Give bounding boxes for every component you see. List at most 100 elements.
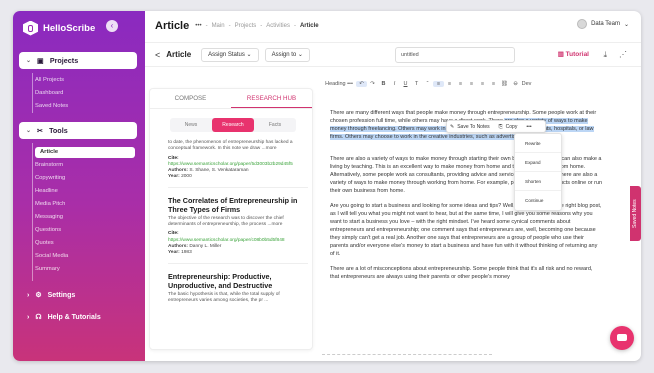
paper-title[interactable]: Entrepreneurship: Productive, Unproducti… [168, 272, 308, 290]
assign-to-label: Assign to [271, 51, 297, 58]
paragraph: There are also a variety of ways to make… [330, 156, 603, 194]
sidebar-item-quotes[interactable]: Quotes [35, 240, 54, 246]
breadcrumb-main[interactable]: Main [212, 23, 225, 29]
assign-status-dropdown[interactable]: Assign Status ⌄ [201, 47, 259, 62]
menu-item-rewrite[interactable]: Rewrite [515, 134, 561, 153]
nav-projects[interactable]: ⌄ ▣ Projects [19, 52, 137, 69]
numbered-list-icon[interactable]: ≡ [488, 81, 499, 87]
paper-year: Year: 2000 [168, 174, 192, 180]
paper-list: to date, the phenomenon of entrepreneurs… [168, 140, 308, 304]
sidebar-item-messaging[interactable]: Messaging [35, 214, 63, 220]
nav-projects-label: Projects [49, 56, 79, 65]
year-value: 1983 [181, 250, 192, 256]
paper-title[interactable]: The Correlates of Entrepreneurship in Th… [168, 196, 308, 214]
paper-link[interactable]: https://www.semanticscholar.org/paper/c0… [168, 238, 285, 243]
sidebar-item-brainstorm[interactable]: Brainstorm [35, 162, 63, 168]
book-icon: ▥ [557, 51, 566, 58]
sidebar-item-dashboard[interactable]: Dashboard [35, 90, 63, 96]
tab-research-hub[interactable]: RESEARCH HUB [231, 89, 312, 108]
menu-item-shorten[interactable]: Shorten [515, 172, 561, 191]
divider [32, 143, 33, 281]
more-menu-icon[interactable]: ••• [195, 23, 201, 29]
sidebar-item-saved-notes[interactable]: Saved Notes [35, 103, 68, 109]
breadcrumb-separator: - [205, 23, 208, 29]
justify-icon[interactable]: ≡ [466, 81, 477, 87]
heading-dropdown[interactable]: Heading ••• [322, 81, 356, 87]
copy-button[interactable]: Copy [506, 124, 518, 130]
align-left-icon[interactable]: ≡ [433, 80, 444, 87]
list-item: Entrepreneurship: Productive, Unproducti… [168, 272, 308, 305]
text-style-button[interactable]: T [411, 81, 422, 87]
ai-actions-menu: Rewrite Expand Shorten Continue [514, 133, 562, 211]
folder-icon: ▣ [37, 56, 44, 65]
back-button[interactable]: < [155, 50, 160, 60]
more-options-button[interactable]: ••• [526, 124, 531, 130]
segment-news[interactable]: News [170, 118, 212, 132]
segment-facts[interactable]: Facts [254, 118, 296, 132]
user-menu[interactable]: Data Team ⌄ [577, 19, 629, 29]
chat-button[interactable] [610, 326, 634, 350]
menu-item-expand[interactable]: Expand [515, 153, 561, 172]
sidebar-item-summary[interactable]: Summary [35, 266, 60, 272]
document-name-input[interactable]: untitled [395, 47, 515, 63]
tab-compose[interactable]: COMPOSE [150, 89, 231, 108]
segment-research[interactable]: Research [212, 118, 254, 132]
chat-icon [617, 334, 627, 341]
avatar [577, 19, 588, 29]
italic-button[interactable]: I [389, 81, 400, 87]
sidebar-item-all-projects[interactable]: All Projects [35, 77, 64, 83]
nav-help-label: Help & Tutorials [47, 313, 101, 321]
bold-button[interactable]: B [378, 81, 389, 87]
nav-tools[interactable]: ⌄ ✂ Tools [19, 122, 137, 139]
chevron-down-icon: ⌄ [297, 51, 303, 58]
align-center-icon[interactable]: ≡ [444, 81, 455, 87]
selection-toolbar: ✎ Save To Notes ⎘ Copy ••• [446, 120, 546, 133]
breadcrumb-separator: - [293, 23, 296, 29]
paragraph: There are a lot of misconceptions about … [330, 266, 593, 280]
sidebar-item-headline[interactable]: Headline [35, 188, 58, 194]
chevron-down-icon: ⌄ [26, 128, 32, 134]
research-type-toggle: News Research Facts [170, 118, 296, 132]
download-icon[interactable]: ⤓ [603, 50, 607, 60]
bullet-list-icon[interactable]: ≡ [477, 81, 488, 87]
sidebar-item-questions[interactable]: Questions [35, 227, 61, 233]
underline-button[interactable]: U [400, 81, 411, 87]
redo-icon[interactable]: ↷ [367, 81, 378, 87]
sidebar-item-social-media[interactable]: Social Media [35, 253, 68, 259]
header: Article ••• - Main - Projects - Activiti… [145, 11, 641, 41]
collapse-sidebar-icon[interactable]: ‹ [106, 20, 118, 32]
paper-citation: Cite: https://www.semanticscholar.org/pap… [168, 231, 308, 244]
link-icon[interactable]: ⛓ [499, 81, 510, 87]
nav-help[interactable]: › ☊ Help & Tutorials [27, 313, 101, 322]
save-to-notes-button[interactable]: Save To Notes [457, 124, 489, 130]
sidebar-item-media-pitch[interactable]: Media Pitch [35, 201, 65, 207]
share-icon[interactable]: ⋰ [619, 50, 627, 59]
breadcrumb-separator: - [228, 23, 231, 29]
nav-settings[interactable]: › ⚙ Settings [27, 291, 75, 300]
breadcrumb-separator: - [260, 23, 263, 29]
editor-content[interactable]: There are many different ways that peopl… [330, 109, 603, 288]
undo-icon[interactable]: ↶ [356, 80, 367, 87]
copy-icon: ⎘ [498, 123, 503, 130]
breadcrumb-activities[interactable]: Activities [266, 23, 290, 29]
chevron-down-icon: ⌄ [26, 58, 32, 64]
divider [168, 186, 308, 188]
quote-button[interactable]: “ [422, 81, 433, 87]
paper-abstract: The basic hypothesis is that, while the … [168, 291, 280, 303]
brand[interactable]: HelloScribe [23, 19, 95, 37]
menu-item-continue[interactable]: Continue [515, 191, 561, 210]
panel-tabs: COMPOSE RESEARCH HUB [150, 89, 312, 109]
saved-notes-tab[interactable]: Saved Notes [630, 186, 641, 241]
align-right-icon[interactable]: ≡ [455, 81, 466, 87]
dev-button[interactable]: Dev [521, 81, 532, 87]
paper-citation: Cite: https://www.semanticscholar.org/pap… [168, 156, 308, 169]
tutorial-button[interactable]: ▥ Tutorial [558, 50, 589, 58]
paper-link[interactable]: https://www.semanticscholar.org/paper/5d… [168, 162, 293, 167]
remove-icon[interactable]: ⊖ [510, 81, 521, 87]
assign-to-dropdown[interactable]: Assign to ⌄ [264, 47, 310, 62]
sidebar-item-copywriting[interactable]: Copywriting [35, 175, 65, 181]
document-toolbar: < Article Assign Status ⌄ Assign to ⌄ un… [145, 42, 641, 67]
authors-value: S. Shane, S. Venkataraman [189, 168, 249, 174]
sidebar-item-article[interactable]: Article [35, 147, 135, 158]
breadcrumb-projects[interactable]: Projects [235, 23, 257, 29]
